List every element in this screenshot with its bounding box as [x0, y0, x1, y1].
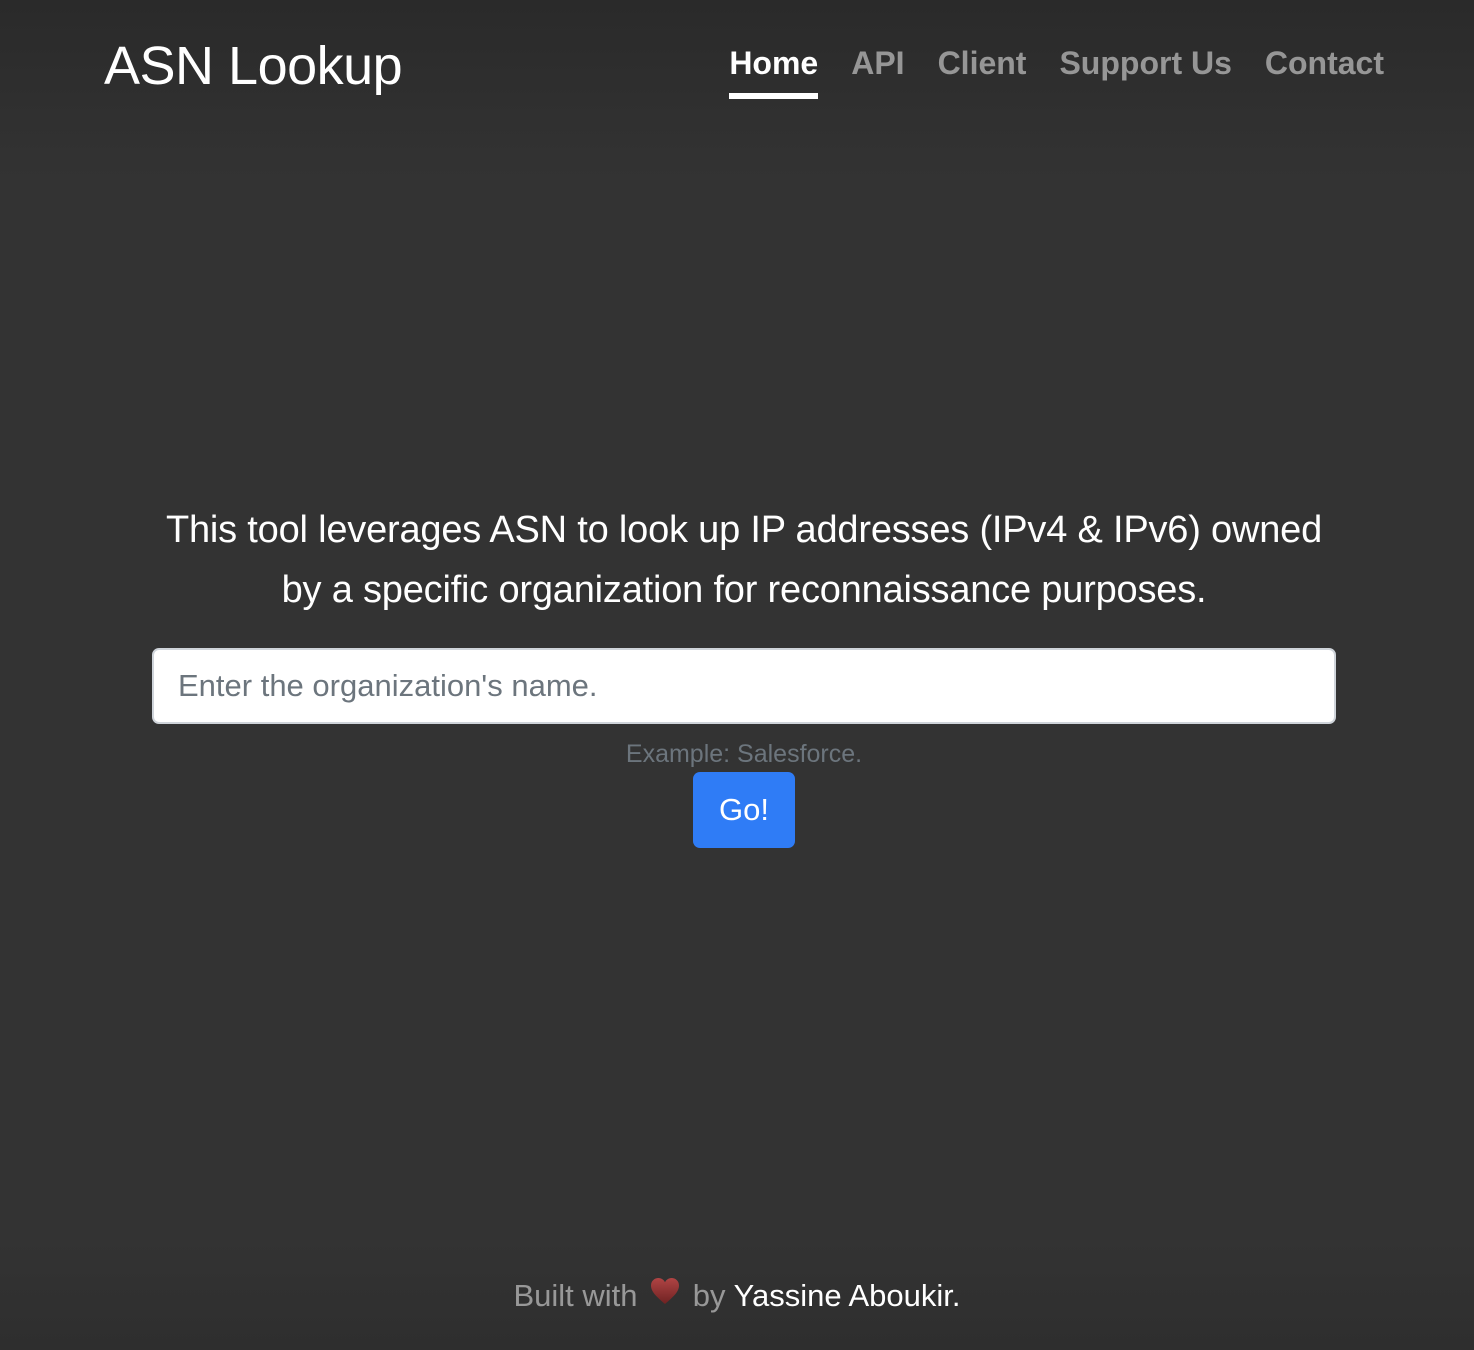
nav-client[interactable]: Client: [938, 42, 1027, 99]
organization-name-input[interactable]: [152, 648, 1336, 724]
lead-description: This tool leverages ASN to look up IP ad…: [165, 509, 1323, 611]
nav-contact[interactable]: Contact: [1265, 42, 1384, 99]
go-button[interactable]: Go!: [693, 772, 795, 848]
site-header: ASN Lookup Home API Client Support Us Co…: [0, 0, 1474, 120]
footer-by: by: [692, 1278, 726, 1313]
main-content: This tool leverages ASN to look up IP ad…: [152, 500, 1336, 848]
main-nav: Home API Client Support Us Contact: [729, 42, 1384, 99]
brand-title[interactable]: ASN Lookup: [104, 34, 403, 98]
nav-support-us[interactable]: Support Us: [1059, 42, 1231, 99]
example-help-text: Example: Salesforce.: [625, 740, 863, 768]
nav-api[interactable]: API: [851, 42, 904, 99]
footer-prefix: Built with: [513, 1278, 638, 1313]
site-footer: Built with by Yassine Aboukir.: [0, 1274, 1474, 1318]
heart-icon: [650, 1273, 680, 1317]
author-link[interactable]: Yassine Aboukir.: [734, 1278, 961, 1313]
nav-home[interactable]: Home: [729, 42, 819, 99]
